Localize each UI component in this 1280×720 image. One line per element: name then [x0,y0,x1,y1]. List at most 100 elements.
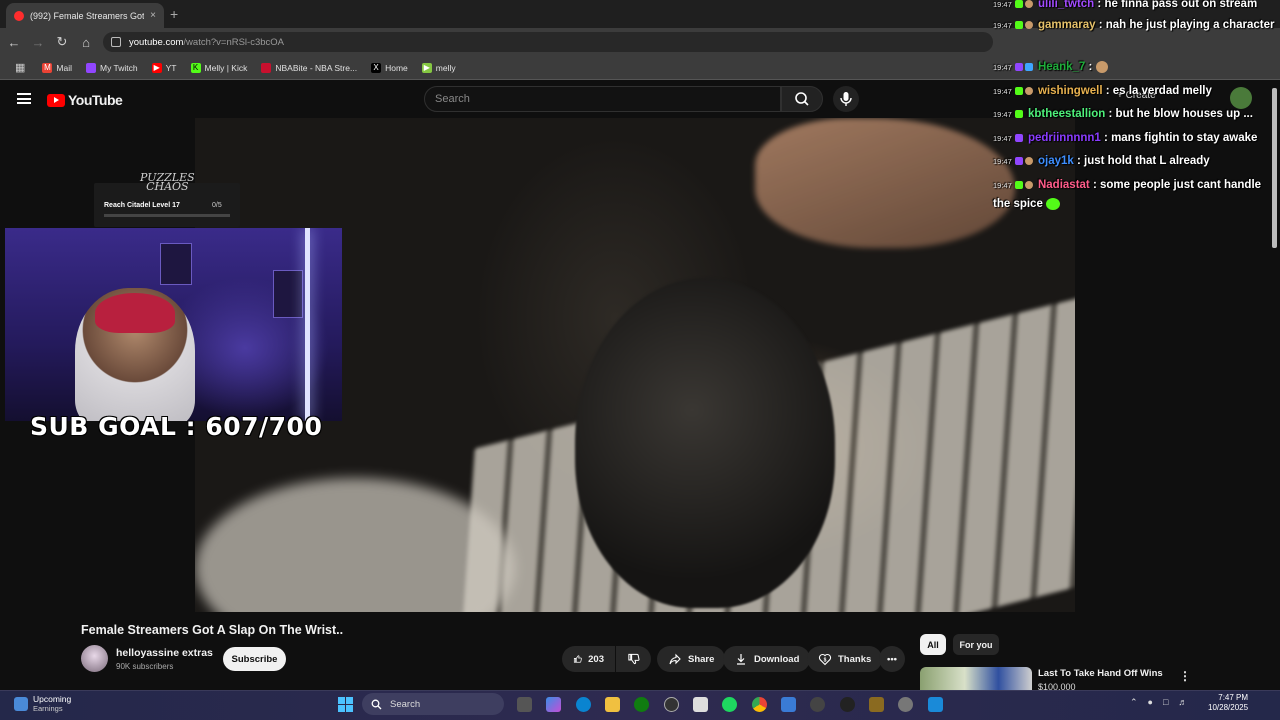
user-badge-icon [1024,20,1033,29]
search-input[interactable]: Search [424,86,781,112]
youtube-favicon-icon [14,10,24,21]
puzzles-chaos-widget: PUZZLES CHAOS Reach Citadel Level 17 0/5 [94,172,240,227]
puzzle-progress: 0/5 [212,202,222,209]
share-button[interactable]: Share [657,646,726,672]
like-button[interactable]: 203 [562,646,615,672]
media-player-icon[interactable] [810,697,825,712]
copilot-icon[interactable] [546,697,561,712]
user-badge-icon [1024,156,1033,165]
wall-poster [273,270,303,318]
volume-icon[interactable]: ♬ [1178,697,1187,708]
bookmark-label: YT [165,62,177,73]
app-icon[interactable] [664,697,679,712]
task-view-icon[interactable] [517,697,532,712]
url-text: youtube.com/watch?v=nRSl-c3bcOA [129,37,284,48]
streamer-webcam [5,228,342,421]
bookmark-mail[interactable]: M Mail [35,62,79,73]
recommended-title[interactable]: Last To Take Hand Off Wins [1038,668,1163,679]
streamer-hair [95,293,175,333]
store-icon[interactable] [693,697,708,712]
download-icon [737,654,745,665]
obs-icon[interactable] [840,697,855,712]
system-tray[interactable]: ⌃ ● □ ♬ [1130,697,1187,708]
subscribe-button[interactable]: Subscribe [223,647,286,671]
close-tab-icon[interactable]: × [150,10,156,21]
chat-message: 19:47 Heank_7 : [993,58,1110,77]
download-button[interactable]: Download [723,646,811,672]
search-icon [795,92,809,106]
file-explorer-icon[interactable] [605,697,620,712]
chat-username: wishingwell [1037,85,1103,97]
channel-name[interactable]: helloyassine extras [116,647,213,659]
recommended-menu-icon[interactable]: ⋮ [1179,669,1191,683]
forward-arrow-icon[interactable]: → [26,35,50,50]
menu-icon[interactable] [17,93,31,104]
pepe-emote-icon [1046,197,1061,210]
browser-tab[interactable]: (992) Female Streamers Got A S × [6,3,164,28]
thanks-button[interactable]: $ Thanks [807,646,883,672]
chip-all[interactable]: All [920,634,946,655]
chat-message: 19:47 wishingwell : es la verdad melly [993,85,1212,97]
site-info-icon[interactable] [111,37,121,47]
address-bar[interactable]: youtube.com/watch?v=nRSl-c3bcOA [103,32,993,52]
bookmark-my-twitch[interactable]: My Twitch [79,62,145,73]
chat-text: but he blow houses up ... [1115,108,1253,120]
twitch-badge-icon [1014,156,1023,165]
widgets-button[interactable]: Upcoming Earnings [14,694,71,713]
chat-text: he finna pass out on stream [1104,0,1258,10]
bookmark-yt[interactable]: ▶ YT [145,62,184,73]
user-badge-icon [1024,0,1033,8]
voice-search-button[interactable] [833,86,859,112]
like-count: 203 [588,653,604,665]
edge-icon[interactable] [576,697,591,712]
windows-start-icon[interactable] [338,697,353,712]
youtube-logo[interactable]: YouTube [47,92,123,108]
home-icon[interactable]: ⌂ [74,35,98,50]
chat-timestamp: 19:47 [993,181,1012,190]
puzzle-logo-line2: CHAOS [146,180,189,193]
chat-timestamp: 19:47 [993,63,1012,72]
dislike-button[interactable] [616,646,651,672]
chat-message: 19:47 gammaray : nah he just playing a c… [993,19,1275,31]
chip-for-you[interactable]: For you [953,634,999,655]
bookmark-melly[interactable]: ▶ melly [415,62,463,73]
chrome-icon[interactable] [752,697,767,712]
spotify-icon[interactable] [722,697,737,712]
kick-badge-icon [1014,0,1023,8]
channel-subscriber-count: 90K subscribers [116,662,174,671]
new-tab-button[interactable]: + [170,6,178,22]
xbox-icon[interactable] [634,697,649,712]
settings-gear-icon[interactable] [898,697,913,712]
chat-username: Heank_7 [1037,61,1086,73]
user-badge-icon [1024,86,1033,95]
chevron-up-icon[interactable]: ⌃ [1130,697,1138,708]
recommended-thumbnail[interactable] [920,667,1032,691]
chat-username: gammaray [1037,19,1096,31]
bookmark-melly-kick[interactable]: K Melly | Kick [184,62,255,73]
search-button[interactable] [781,86,823,112]
chat-text: nah he just playing a character [1105,19,1275,31]
channel-avatar[interactable] [81,645,108,672]
video-frame-hand [755,118,1015,248]
chat-timestamp: 19:47 [993,157,1012,166]
app-icon[interactable] [869,697,884,712]
reload-icon[interactable]: ↻ [50,34,74,50]
taskbar-search[interactable]: Search [362,693,504,715]
photos-icon[interactable] [781,697,796,712]
tab-title: (992) Female Streamers Got A S [30,10,145,21]
bookmark-nbabite[interactable]: NBABite - NBA Stre... [254,62,364,73]
chat-message: 19:47 Nadiastat : some people just cant … [993,179,1262,210]
back-arrow-icon[interactable]: ← [2,35,26,50]
microphone-icon[interactable]: ● [1148,697,1153,708]
network-icon[interactable]: □ [1163,697,1168,708]
kick-badge-icon [1014,20,1023,29]
more-actions-button[interactable]: ••• [879,646,905,672]
clock-date: 10/28/2025 [1208,703,1249,712]
stocks-widget-icon [14,696,28,711]
apps-grid-icon[interactable]: ▦ [8,61,35,74]
taskbar-clock[interactable]: 7:47 PM 10/28/2025 [1208,693,1248,713]
bookmark-home[interactable]: X Home [364,62,415,73]
bookmark-label: Home [385,62,408,73]
facebook-icon[interactable] [928,697,943,712]
page-scrollbar[interactable] [1272,88,1277,248]
